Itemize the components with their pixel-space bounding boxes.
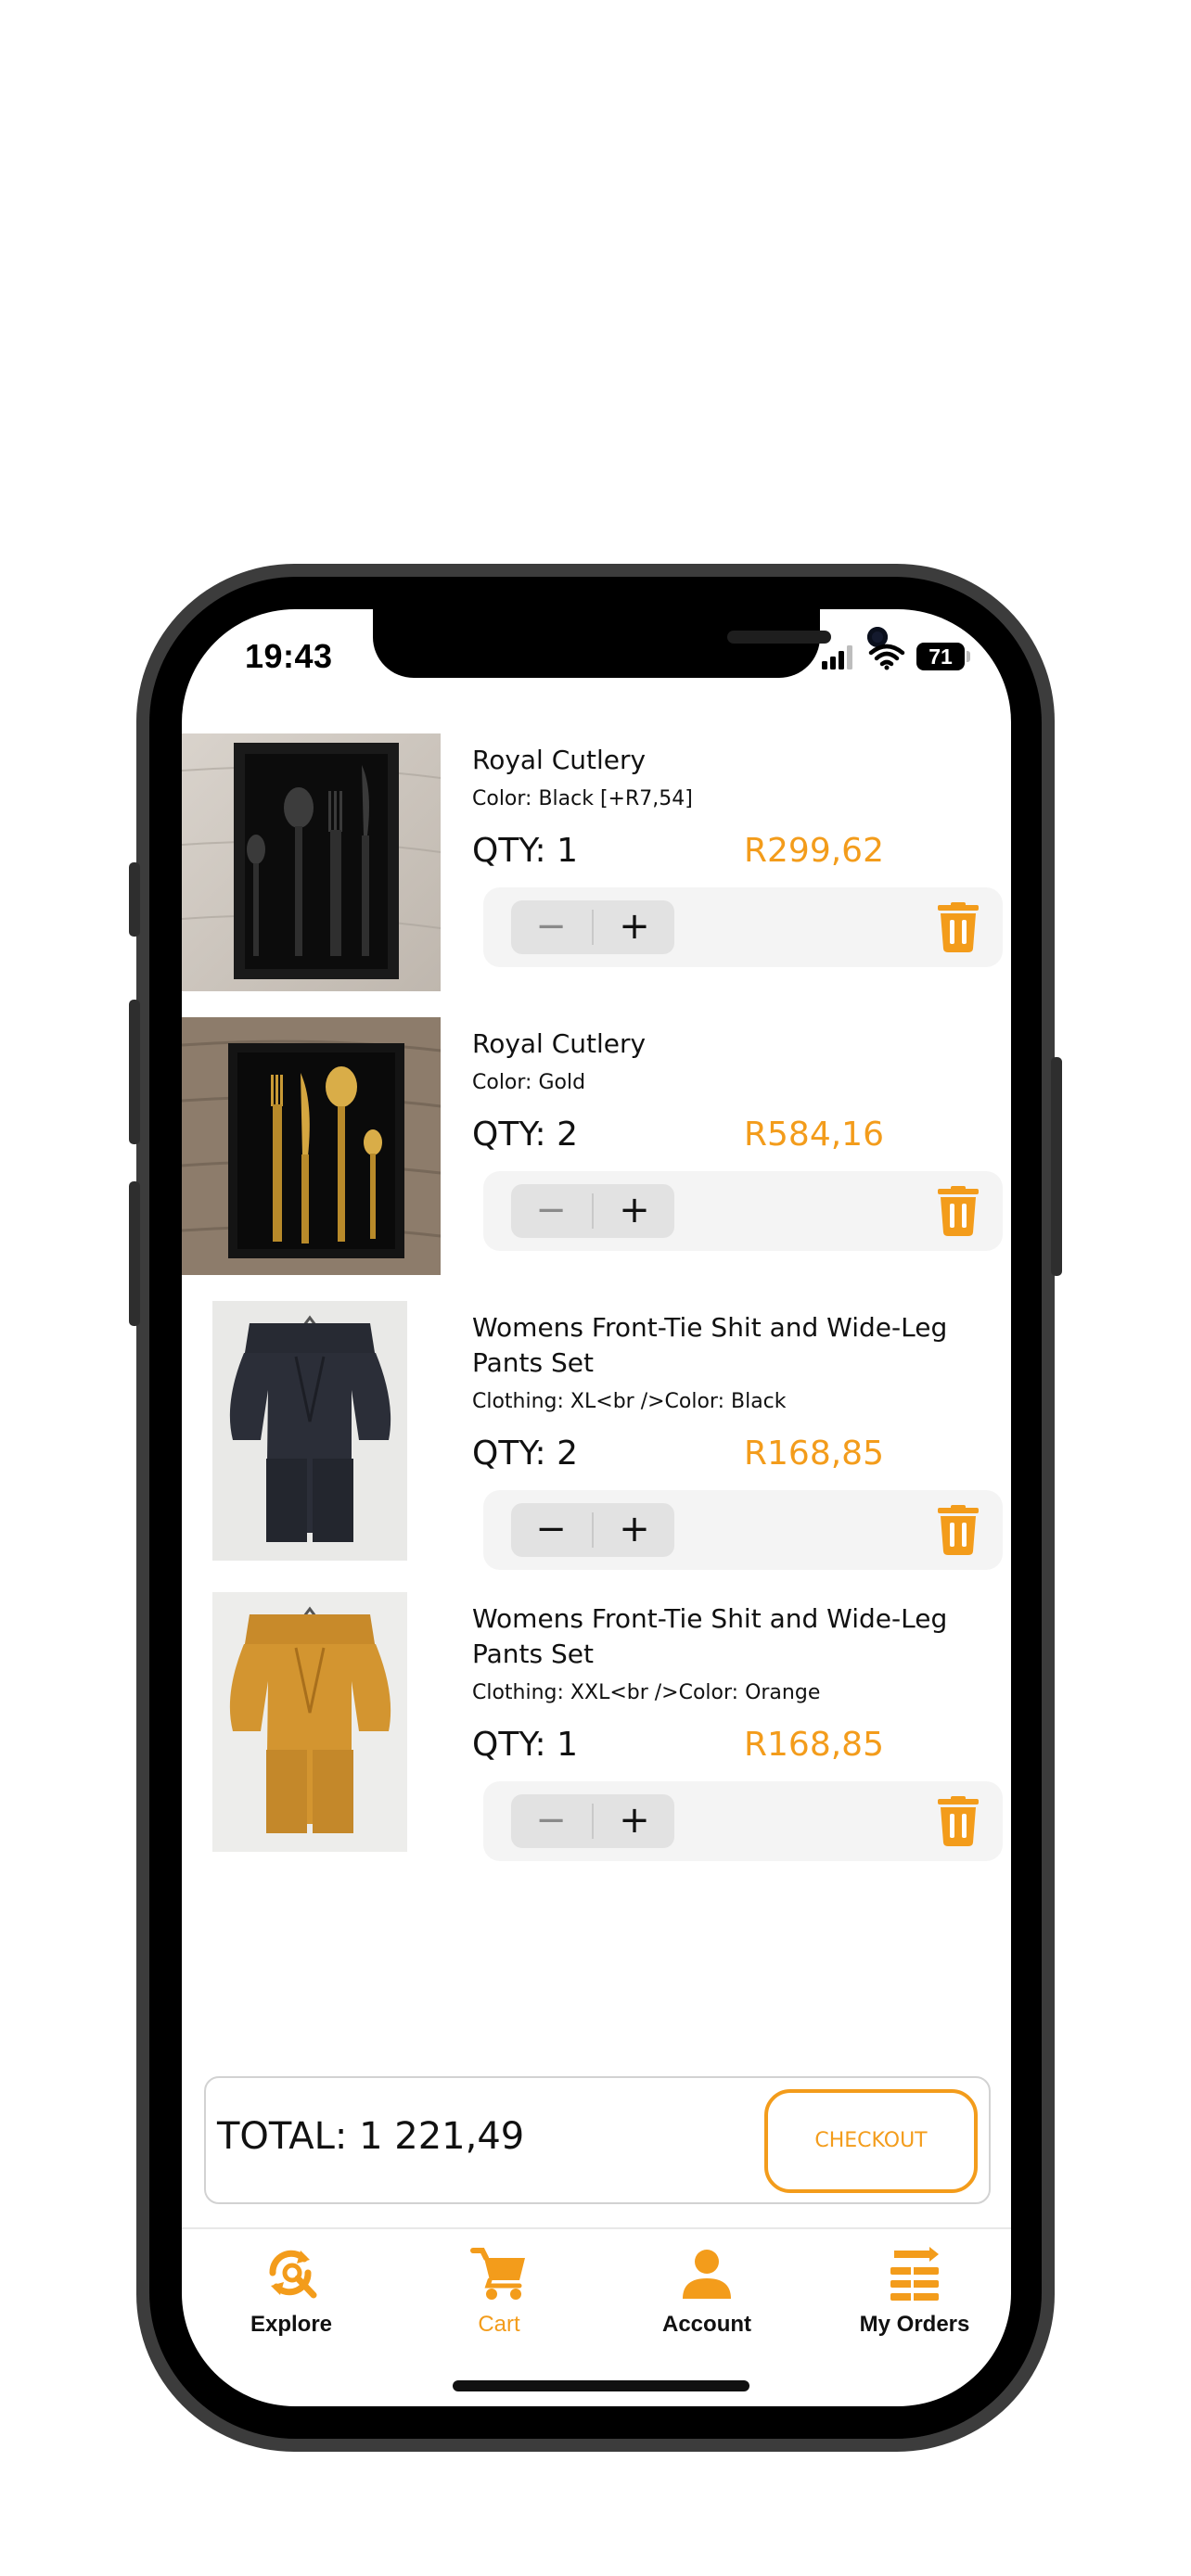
item-controls: − + [483, 1171, 1003, 1251]
increment-button[interactable]: + [595, 1503, 674, 1557]
quantity-stepper: − + [511, 1184, 674, 1238]
volume-down-button [129, 1181, 140, 1326]
tab-my-orders[interactable]: My Orders [813, 2243, 1011, 2338]
increment-button[interactable]: + [595, 1184, 674, 1238]
decrement-button[interactable]: − [511, 900, 591, 954]
decrement-button[interactable]: − [511, 1503, 591, 1557]
total-label: TOTAL: 1 221,49 [217, 2115, 525, 2158]
product-variant: Clothing: XXL<br />Color: Orange [472, 1681, 821, 1704]
delete-icon[interactable] [936, 1505, 980, 1555]
screen: 19:43 71 Royal Cutlery Color: Black [+R7… [182, 609, 1011, 2406]
earpiece-speaker [727, 631, 831, 644]
product-name[interactable]: Womens Front-Tie Shit and Wide-Leg Pants… [472, 1601, 954, 1672]
product-variant: Clothing: XL<br />Color: Black [472, 1390, 787, 1413]
stepper-divider [592, 1804, 594, 1839]
price-label: R168,85 [744, 1726, 884, 1764]
tab-label: My Orders [859, 2312, 970, 2337]
notch [373, 609, 888, 678]
cart-item: Royal Cutlery Color: Gold QTY: 2 R584,16… [182, 1017, 1011, 1281]
product-image-cutlery-gold[interactable] [182, 1017, 441, 1275]
wifi-icon [868, 644, 905, 670]
my-orders-icon [890, 2247, 939, 2302]
status-time: 19:43 [245, 637, 333, 675]
price-label: R299,62 [744, 832, 884, 870]
product-name[interactable]: Womens Front-Tie Shit and Wide-Leg Pants… [472, 1310, 954, 1381]
quantity-label: QTY: 2 [472, 1116, 579, 1154]
product-variant: Color: Black [+R7,54] [472, 787, 693, 810]
stepper-divider [592, 1193, 594, 1229]
cart-item: Womens Front-Tie Shit and Wide-Leg Pants… [182, 1592, 1011, 1880]
volume-up-button [129, 1000, 140, 1144]
delete-icon[interactable] [936, 1796, 980, 1846]
cart-icon [470, 2248, 525, 2300]
tab-bar-divider [182, 2227, 1011, 2229]
delete-icon[interactable] [936, 1186, 980, 1236]
home-indicator[interactable] [453, 2380, 749, 2391]
silent-switch [129, 862, 140, 937]
quantity-stepper: − + [511, 900, 674, 954]
stepper-divider [592, 1512, 594, 1548]
cart-item: Royal Cutlery Color: Black [+R7,54] QTY:… [182, 733, 1011, 997]
product-image-pants-set-black[interactable] [212, 1301, 407, 1561]
delete-icon[interactable] [936, 902, 980, 952]
decrement-button[interactable]: − [511, 1794, 591, 1848]
tab-account[interactable]: Account [605, 2243, 809, 2338]
battery-icon: 71 [916, 643, 965, 670]
item-controls: − + [483, 887, 1003, 967]
quantity-label: QTY: 2 [472, 1435, 579, 1473]
product-variant: Color: Gold [472, 1071, 586, 1094]
product-name[interactable]: Royal Cutlery [472, 1027, 954, 1062]
tab-label: Cart [478, 2312, 520, 2337]
quantity-stepper: − + [511, 1503, 674, 1557]
product-image-pants-set-orange[interactable] [212, 1592, 407, 1852]
tab-label: Account [662, 2312, 751, 2337]
checkout-button[interactable]: CHECKOUT [764, 2089, 978, 2193]
account-icon [683, 2250, 731, 2299]
order-total-panel: TOTAL: 1 221,49 CHECKOUT [204, 2076, 991, 2204]
cellular-signal-icon [822, 645, 852, 670]
tab-explore[interactable]: Explore [189, 2243, 393, 2338]
product-name[interactable]: Royal Cutlery [472, 743, 954, 778]
quantity-stepper: − + [511, 1794, 674, 1848]
cart-item: Womens Front-Tie Shit and Wide-Leg Pants… [182, 1301, 1011, 1588]
increment-button[interactable]: + [595, 1794, 674, 1848]
quantity-label: QTY: 1 [472, 1726, 579, 1764]
increment-button[interactable]: + [595, 900, 674, 954]
price-label: R584,16 [744, 1116, 884, 1154]
quantity-label: QTY: 1 [472, 832, 579, 870]
battery-tip [967, 651, 970, 662]
item-controls: − + [483, 1490, 1003, 1570]
status-icons: 71 [820, 643, 974, 674]
product-image-cutlery-black[interactable] [182, 733, 441, 991]
explore-icon [269, 2250, 317, 2299]
tab-label: Explore [250, 2312, 333, 2337]
tab-cart[interactable]: Cart [397, 2243, 601, 2338]
stepper-divider [592, 910, 594, 945]
item-controls: − + [483, 1781, 1003, 1861]
price-label: R168,85 [744, 1435, 884, 1473]
power-button [1051, 1057, 1062, 1276]
decrement-button[interactable]: − [511, 1184, 591, 1238]
